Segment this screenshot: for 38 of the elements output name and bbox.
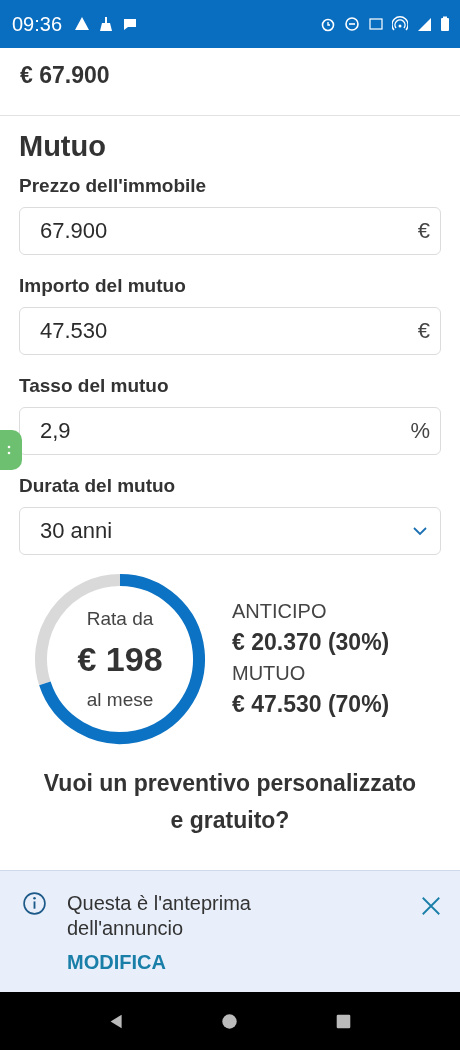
summary-label: ANTICIPO <box>232 600 328 623</box>
input-field[interactable]: 2,9 % <box>19 407 441 455</box>
field-label: Durata del mutuo <box>19 475 177 497</box>
unit-label: € <box>417 218 430 244</box>
input-field[interactable]: 47.530 € <box>19 307 441 355</box>
hotspot-icon <box>392 16 408 32</box>
recents-icon[interactable] <box>334 1012 352 1030</box>
monthly-rate: € 198 <box>77 639 163 679</box>
field-label: Prezzo dell'immobile <box>19 175 208 197</box>
message-icon <box>122 16 139 32</box>
dots-icon <box>7 444 11 456</box>
caption: al mese <box>86 688 154 711</box>
unit-label: % <box>410 418 430 444</box>
field-label: Importo del mutuo <box>19 275 187 297</box>
warning-icon <box>74 16 91 32</box>
summary-value: € 47.530 (70%) <box>232 691 390 718</box>
question-heading: Vuoi un preventivo personalizzato e gratuito? <box>42 769 418 835</box>
alarm-icon <box>320 16 336 32</box>
clock: 09:36 <box>12 12 63 36</box>
do-not-disturb-icon <box>344 16 360 32</box>
unit-label: € <box>417 318 430 344</box>
battery-icon <box>440 16 450 32</box>
edit-link[interactable]: MODIFICA <box>67 951 166 974</box>
banner-message: Questa è l'anteprima dell'annuncio <box>67 891 252 941</box>
dropdown-field[interactable]: 30 anni <box>19 507 441 555</box>
section-title: Mutuo <box>19 130 107 163</box>
input-field[interactable]: 67.900 € <box>19 207 441 255</box>
field-label: Tasso del mutuo <box>19 375 170 397</box>
signal-icon <box>416 16 432 32</box>
close-icon[interactable] <box>420 895 442 917</box>
broom-icon <box>98 16 115 32</box>
listing-price: € 67.900 <box>20 62 110 88</box>
caption: Rata da <box>86 607 154 630</box>
home-icon[interactable] <box>221 1012 239 1030</box>
summary-label: MUTUO <box>232 662 307 685</box>
chevron-down-icon <box>412 526 428 536</box>
summary-value: € 20.370 (30%) <box>232 629 390 656</box>
info-icon <box>22 891 47 916</box>
